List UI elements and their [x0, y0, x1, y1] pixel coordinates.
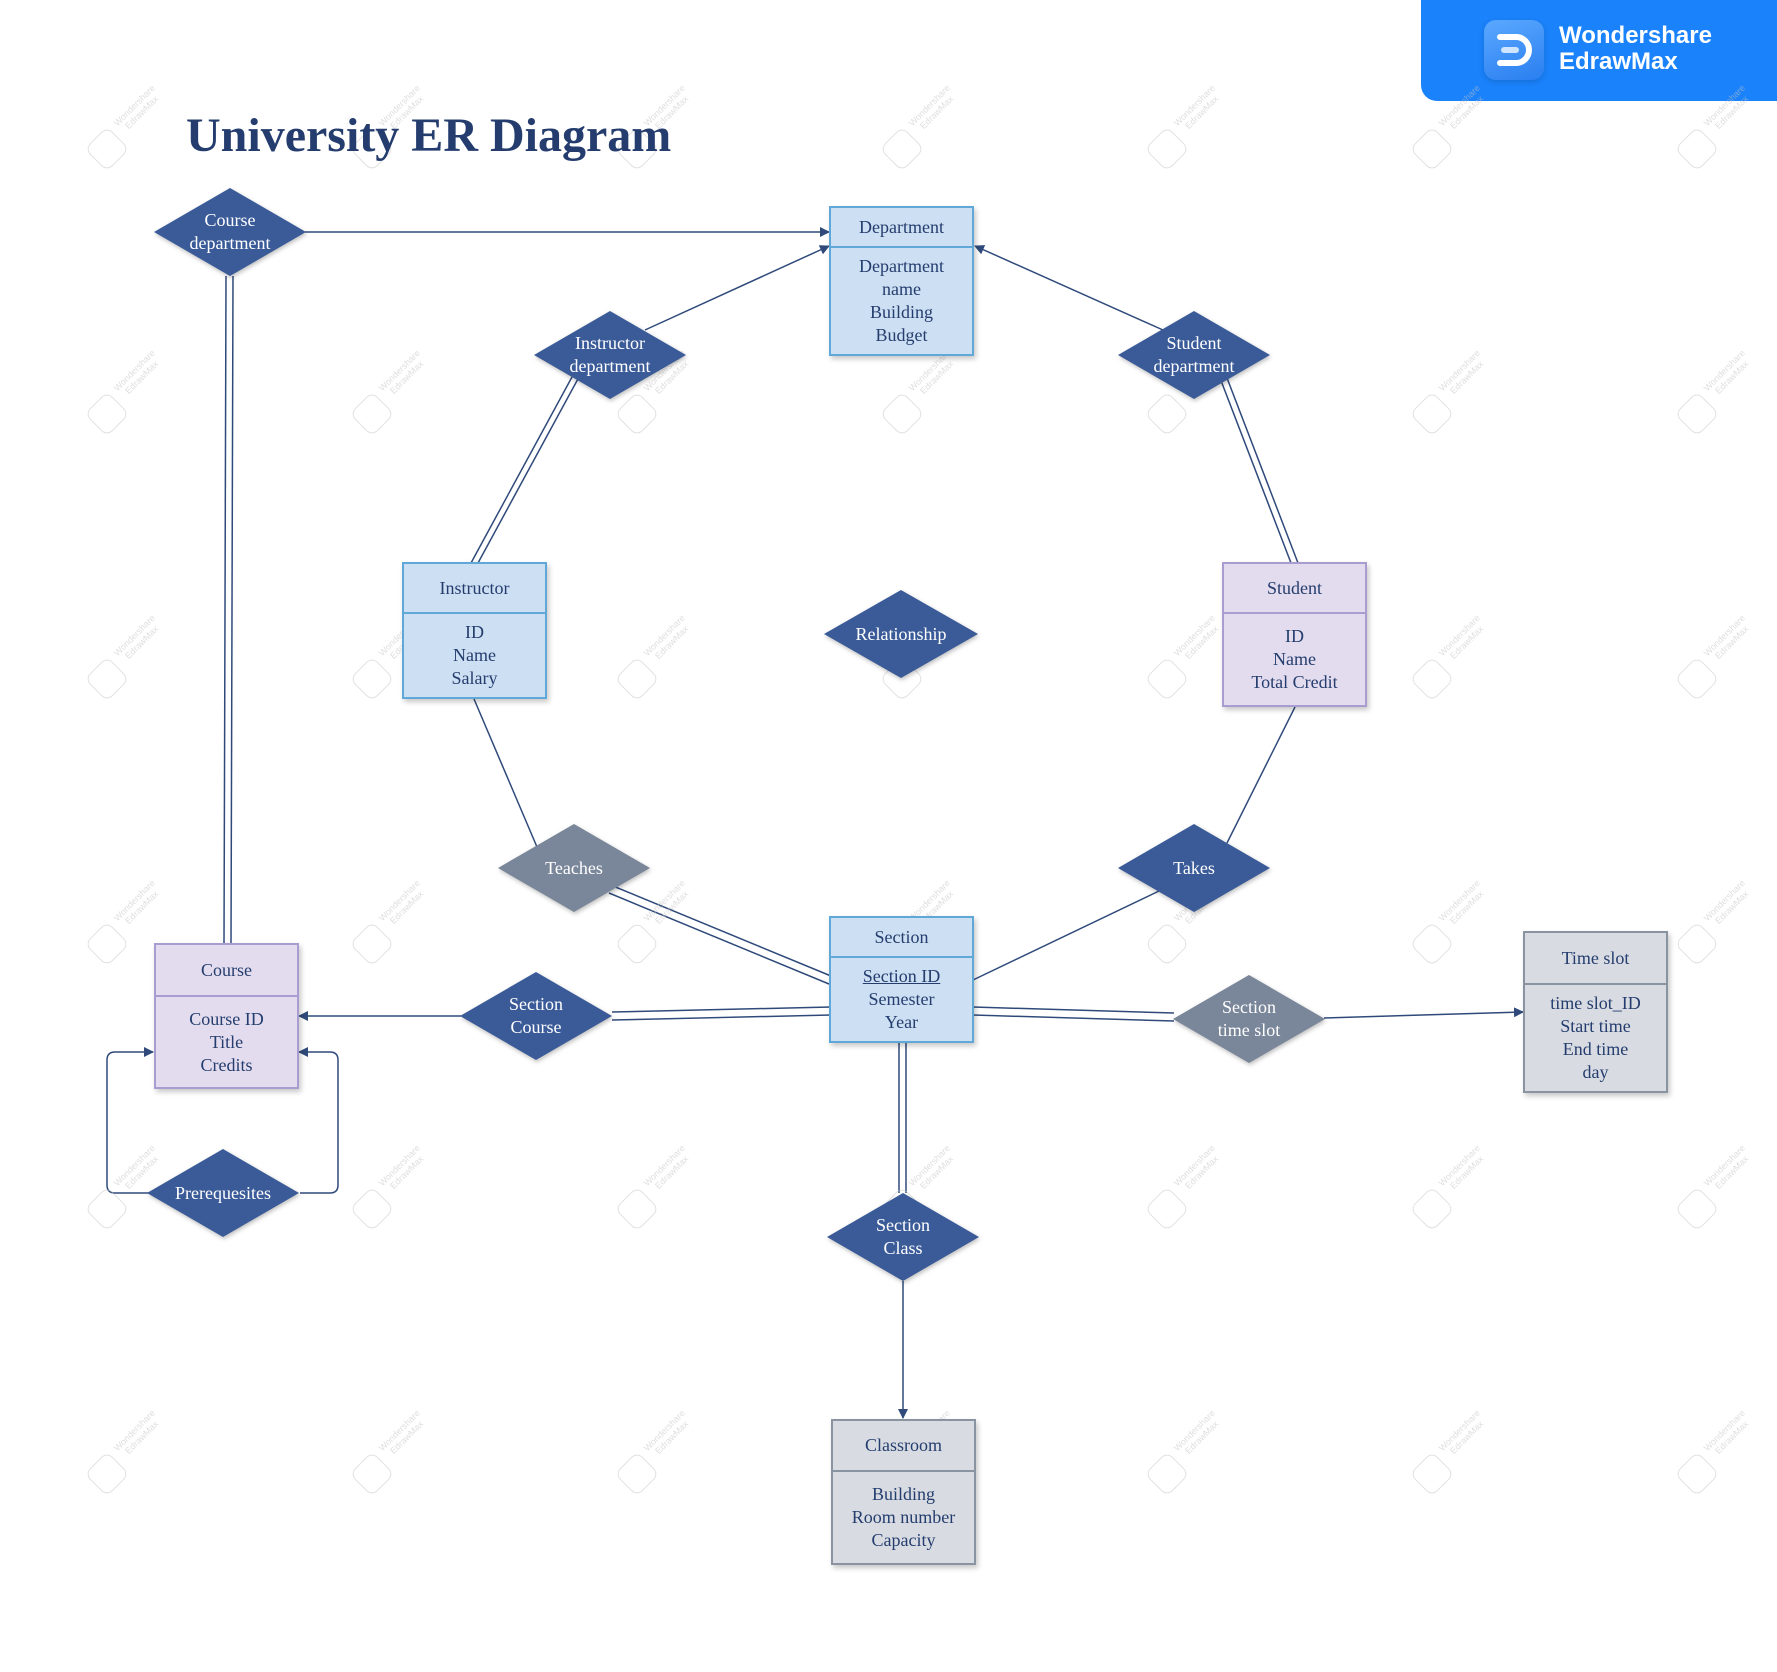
entity-course-name: Course [156, 945, 297, 997]
connector-course-dept-to-course-a [223, 275, 227, 945]
relationship-prerequesites[interactable]: Prerequesites [147, 1149, 299, 1237]
relationship-student-department[interactable]: Student department [1118, 311, 1270, 399]
entity-department[interactable]: Department Department name Building Budg… [829, 206, 974, 356]
entity-department-name: Department [831, 208, 972, 248]
relationship-section-time-slot[interactable]: Section time slot [1173, 975, 1325, 1063]
entity-time-slot-name: Time slot [1525, 933, 1666, 985]
connector-student-to-takes [1226, 706, 1296, 844]
entity-department-attributes: Department name Building Budget [859, 256, 944, 345]
entity-instructor-attributes: ID Name Salary [451, 622, 498, 688]
relationship-section-class[interactable]: Section Class [827, 1193, 979, 1281]
entity-student[interactable]: Student ID Name Total Credit [1222, 562, 1367, 707]
relationship-takes[interactable]: Takes [1118, 824, 1270, 912]
diagram-title: University ER Diagram [186, 109, 672, 162]
connector-course-dept-to-course-b [230, 275, 234, 945]
brand-badge[interactable]: Wondershare EdrawMax [1421, 0, 1777, 101]
connector-section-to-section-course-b [611, 1014, 832, 1021]
entity-instructor-name: Instructor [404, 564, 545, 614]
relationship-section-course[interactable]: Section Course [460, 972, 612, 1060]
entity-course-attributes: Course ID Title Credits [189, 1008, 264, 1075]
entity-course[interactable]: Course Course ID Title Credits [154, 943, 299, 1089]
relationship-course-department[interactable]: Course department [154, 188, 306, 276]
entity-classroom-attributes: Building Room number Capacity [851, 1484, 956, 1550]
entity-section[interactable]: Section Section ID Semester Year [829, 916, 974, 1043]
entity-classroom[interactable]: Classroom Building Room number Capacity [831, 1419, 976, 1565]
entity-student-name: Student [1224, 564, 1365, 614]
connector-section-time-slot-to-time-slot [1323, 1007, 1524, 1019]
entity-instructor[interactable]: Instructor ID Name Salary [402, 562, 547, 699]
entity-time-slot[interactable]: Time slot time slot_ID Start time End ti… [1523, 931, 1668, 1093]
relationship-teaches[interactable]: Teaches [498, 824, 650, 912]
entity-section-name: Section [831, 918, 972, 958]
entity-time-slot-attributes: time slot_ID Start time End time day [1550, 993, 1641, 1082]
relationship-instructor-department[interactable]: Instructor department [534, 311, 686, 399]
connector-instr-dept-to-instructor-b [477, 376, 580, 564]
connector-student-dept-to-student-b [1226, 377, 1299, 564]
brand-name: Wondershare EdrawMax [1559, 22, 1712, 75]
section-key-attribute: Section ID [862, 966, 941, 986]
entity-student-attributes: ID Name Total Credit [1251, 626, 1338, 692]
connector-section-to-section-course-a [611, 1006, 832, 1013]
connector-section-to-section-time-slot-b [972, 1014, 1175, 1022]
entity-section-attributes: Section ID Semester Year [862, 966, 941, 1032]
entity-classroom-name: Classroom [833, 1421, 974, 1472]
connector-section-to-section-time-slot-a [972, 1006, 1175, 1014]
connector-instr-dept-to-instructor-a [470, 376, 573, 564]
connector-prerequesites-right-loop [298, 1047, 339, 1194]
edrawmax-logo-icon [1484, 20, 1544, 80]
relationship-generic[interactable]: Relationship [824, 590, 978, 678]
connector-student-dept-to-student-a [1219, 377, 1292, 564]
